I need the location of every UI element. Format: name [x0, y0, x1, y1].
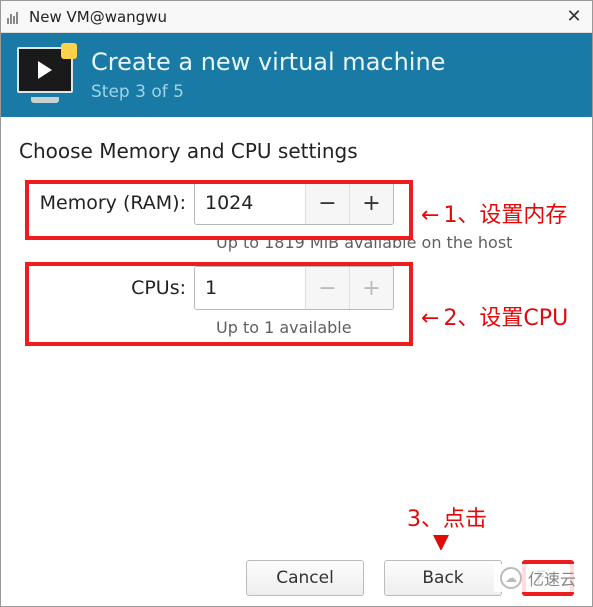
- back-button[interactable]: Back: [384, 560, 502, 596]
- app-icon: [7, 10, 23, 24]
- annotation-2: 2、设置CPU: [421, 300, 568, 332]
- title-bar: New VM@wangwu ✕: [1, 1, 592, 33]
- annotation-box-memory: [25, 180, 413, 240]
- cancel-button[interactable]: Cancel: [246, 560, 364, 596]
- annotation-3: 3、点击: [407, 501, 487, 551]
- watermark: ☁ 亿速云: [494, 564, 582, 592]
- annotation-1: 1、设置内存: [421, 197, 567, 229]
- vm-icon: [17, 47, 73, 103]
- annotation-box-cpus: [25, 262, 413, 346]
- wizard-title: Create a new virtual machine: [91, 48, 445, 76]
- wizard-step: Step 3 of 5: [91, 82, 445, 102]
- window-title: New VM@wangwu: [29, 8, 562, 26]
- close-icon[interactable]: ✕: [562, 6, 586, 27]
- watermark-text: 亿速云: [528, 566, 576, 590]
- cloud-icon: ☁: [500, 567, 522, 589]
- section-heading: Choose Memory and CPU settings: [19, 139, 574, 163]
- wizard-banner: Create a new virtual machine Step 3 of 5: [1, 33, 592, 117]
